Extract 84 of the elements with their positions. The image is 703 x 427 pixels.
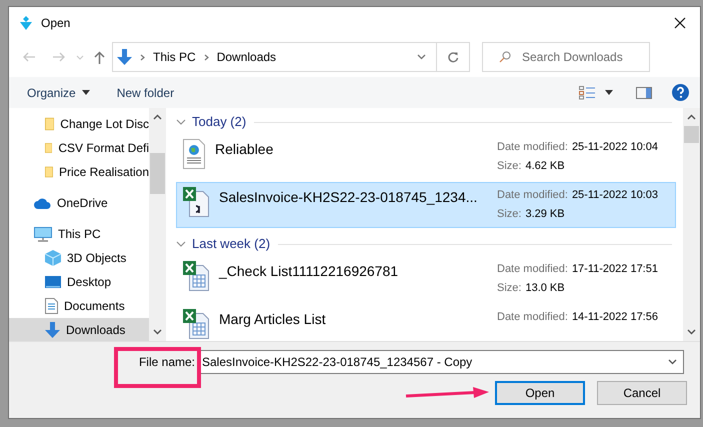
file-name-value: SalesInvoice-KH2S22-23-018745_1234567 - Copy	[202, 354, 472, 371]
new-folder-button[interactable]: New folder	[116, 82, 174, 104]
nav-item[interactable]: Desktop	[9, 270, 149, 294]
scroll-thumb[interactable]	[150, 153, 165, 194]
chevron-right-icon	[204, 54, 209, 60]
folder-icon	[45, 140, 52, 156]
nav-item[interactable]: CSV Format Defi	[9, 136, 149, 160]
chevron-down-icon[interactable]	[176, 241, 186, 247]
download-arrow-icon	[117, 49, 132, 65]
desktop-icon	[45, 276, 61, 288]
preview-pane-icon[interactable]	[636, 86, 652, 98]
caret-icon	[82, 90, 90, 95]
chevron-down-icon[interactable]	[417, 54, 426, 60]
open-button[interactable]: Open	[495, 381, 585, 405]
spreadsheet-icon	[183, 261, 209, 291]
nav-item[interactable]: Price Realisation	[9, 160, 149, 184]
folder-icon	[45, 164, 53, 180]
nav-item[interactable]: 3D Objects	[9, 246, 149, 270]
nav-item[interactable]: This PC	[9, 222, 149, 246]
scroll-down-icon[interactable]	[687, 329, 696, 335]
file-row[interactable]: Marg Articles List Date modified: 14-11-2022 17:56	[176, 304, 676, 341]
file-name: _Check List11112216926781	[219, 262, 400, 281]
date-value: 25-11-2022 10:03	[572, 188, 658, 203]
caret-icon[interactable]	[605, 90, 613, 95]
nav-item[interactable]: OneDrive	[9, 191, 149, 215]
nav-item[interactable]: Downloads	[9, 318, 149, 341]
spreadsheet-icon	[183, 309, 209, 339]
breadcrumb[interactable]: This PC	[153, 48, 196, 66]
date-label: Date modified:	[497, 262, 568, 277]
scroll-down-icon[interactable]	[153, 329, 162, 335]
nav-item[interactable]: Change Lot Disc	[9, 112, 149, 136]
file-row[interactable]: Reliablee Date modified: 25-11-2022 10:04 Size: 4.62 KB	[176, 134, 676, 180]
scroll-thumb[interactable]	[684, 126, 699, 143]
download-arrow-icon	[45, 322, 60, 338]
web-document-icon	[183, 139, 205, 169]
size-value: 3.29 KB	[525, 206, 565, 222]
file-name: Reliablee	[215, 140, 274, 159]
date-label: Date modified:	[497, 310, 568, 325]
size-label: Size:	[497, 206, 522, 222]
address-bar[interactable]: This PC Downloads	[112, 42, 470, 72]
group-header[interactable]: Last week (2)	[192, 234, 270, 254]
date-value: 14-11-2022 17:56	[572, 310, 658, 325]
scrollbar[interactable]	[683, 108, 700, 341]
organize-button[interactable]: Organize	[27, 82, 90, 104]
chevron-right-icon	[140, 54, 145, 60]
help-icon[interactable]	[672, 84, 689, 101]
nav-item[interactable]: Documents	[9, 294, 149, 318]
file-row[interactable]: SalesInvoice-KH2S22-23-018745_1234... Date modified: 25-11-2022 10:03 Size: 3.29 KB	[176, 182, 676, 228]
cloud-icon	[34, 198, 51, 208]
view-list-icon[interactable]	[579, 86, 595, 100]
search-placeholder: Search Downloads	[522, 49, 623, 66]
size-value: 13.0 KB	[525, 280, 565, 296]
date-value: 25-11-2022 10:04	[572, 140, 658, 155]
app-logo-icon	[19, 14, 33, 30]
chevron-down-icon[interactable]	[668, 359, 677, 365]
file-name: Marg Articles List	[219, 310, 327, 329]
search-field[interactable]: Search Downloads	[482, 42, 650, 72]
size-label: Size:	[497, 158, 522, 174]
file-name: SalesInvoice-KH2S22-23-018745_1234...	[219, 188, 478, 207]
document-icon	[45, 298, 58, 314]
monitor-icon	[34, 226, 52, 242]
cancel-button[interactable]: Cancel	[597, 381, 687, 405]
breadcrumb[interactable]: Downloads	[216, 48, 276, 66]
spreadsheet-text-icon	[183, 187, 209, 217]
search-icon	[499, 51, 511, 63]
scroll-up-icon[interactable]	[687, 114, 696, 120]
refresh-icon	[447, 51, 459, 63]
file-row[interactable]: _Check List11112216926781 Date modified: 17-11-2022 17:51 Size: 13.0 KB	[176, 256, 676, 302]
cube-icon	[45, 250, 61, 266]
folder-icon	[45, 116, 54, 132]
file-name-label: File name:	[138, 354, 195, 371]
scroll-up-icon[interactable]	[153, 114, 162, 120]
size-label: Size:	[497, 280, 522, 296]
chevron-down-icon[interactable]	[176, 119, 186, 125]
up-arrow-icon[interactable]	[94, 50, 105, 64]
window-title: Open	[41, 14, 70, 32]
group-header[interactable]: Today (2)	[192, 112, 246, 132]
date-label: Date modified:	[497, 140, 568, 155]
size-value: 4.62 KB	[525, 158, 565, 174]
date-label: Date modified:	[497, 188, 568, 203]
close-icon	[674, 16, 686, 28]
file-name-field[interactable]: SalesInvoice-KH2S22-23-018745_1234567 - Copy	[198, 350, 684, 374]
scrollbar[interactable]	[149, 108, 166, 341]
date-value: 17-11-2022 17:51	[572, 262, 658, 277]
